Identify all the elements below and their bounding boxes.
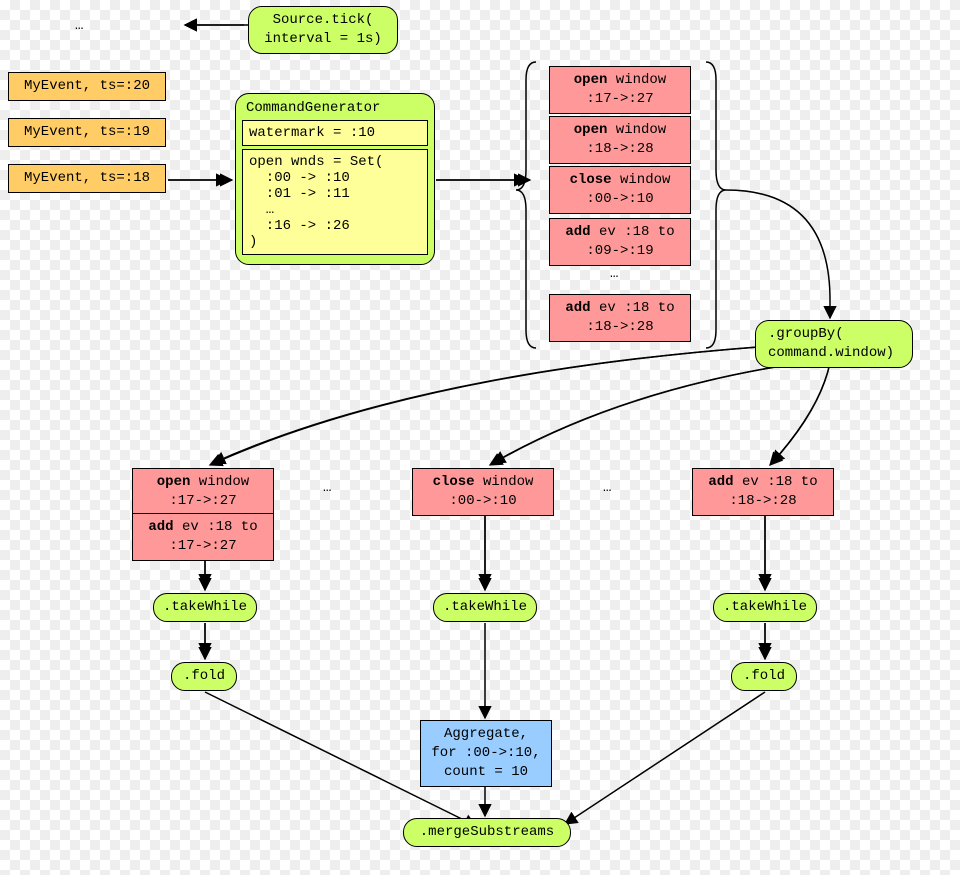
groupby-line2: command.window) bbox=[768, 345, 894, 361]
ellipsis-cmds: … bbox=[610, 266, 620, 282]
branch3-add: add ev :18 to :18->:28 bbox=[692, 468, 834, 516]
branch1-takewhile: .takeWhile bbox=[153, 593, 257, 622]
cmd-open-17-27: open window :17->:27 bbox=[549, 66, 691, 114]
branch1-add: add ev :18 to :17->:27 bbox=[132, 513, 274, 561]
merge-substreams-node: .mergeSubstreams bbox=[403, 818, 571, 847]
branch2-close: close window :00->:10 bbox=[412, 468, 554, 516]
event-18: MyEvent, ts=:18 bbox=[8, 164, 166, 193]
branch1-fold: .fold bbox=[171, 662, 237, 691]
cmd-close-00-10: close window :00->:10 bbox=[549, 166, 691, 214]
event-19: MyEvent, ts=:19 bbox=[8, 118, 166, 147]
branch3-takewhile: .takeWhile bbox=[713, 593, 817, 622]
cmd-open-18-28: open window :18->:28 bbox=[549, 116, 691, 164]
cmdgen-title: CommandGenerator bbox=[242, 100, 428, 116]
groupby-node: .groupBy( command.window) bbox=[755, 320, 913, 368]
ellipsis-top: … bbox=[75, 18, 85, 34]
cmd-add-18-28: add ev :18 to :18->:28 bbox=[549, 294, 691, 342]
command-generator-node: CommandGenerator watermark = :10 open wn… bbox=[235, 93, 435, 265]
source-line1: Source.tick( bbox=[273, 12, 374, 28]
groupby-line1: .groupBy( bbox=[768, 326, 844, 342]
event-20: MyEvent, ts=:20 bbox=[8, 72, 166, 101]
aggregate-node: Aggregate, for :00->:10, count = 10 bbox=[420, 720, 552, 787]
cmd-add-09-19: add ev :18 to :09->:19 bbox=[549, 218, 691, 266]
branch1-open: open window :17->:27 bbox=[132, 468, 274, 516]
source-tick-node: Source.tick( interval = 1s) bbox=[248, 6, 398, 54]
cmdgen-open-wnds: open wnds = Set( :00 -> :10 :01 -> :11 …… bbox=[242, 149, 428, 255]
cmdgen-watermark: watermark = :10 bbox=[242, 120, 428, 146]
ellipsis-branch-right: … bbox=[603, 480, 613, 496]
branch3-fold: .fold bbox=[731, 662, 797, 691]
source-line2: interval = 1s) bbox=[264, 31, 382, 47]
branch2-takewhile: .takeWhile bbox=[433, 593, 537, 622]
ellipsis-branch-left: … bbox=[323, 480, 333, 496]
